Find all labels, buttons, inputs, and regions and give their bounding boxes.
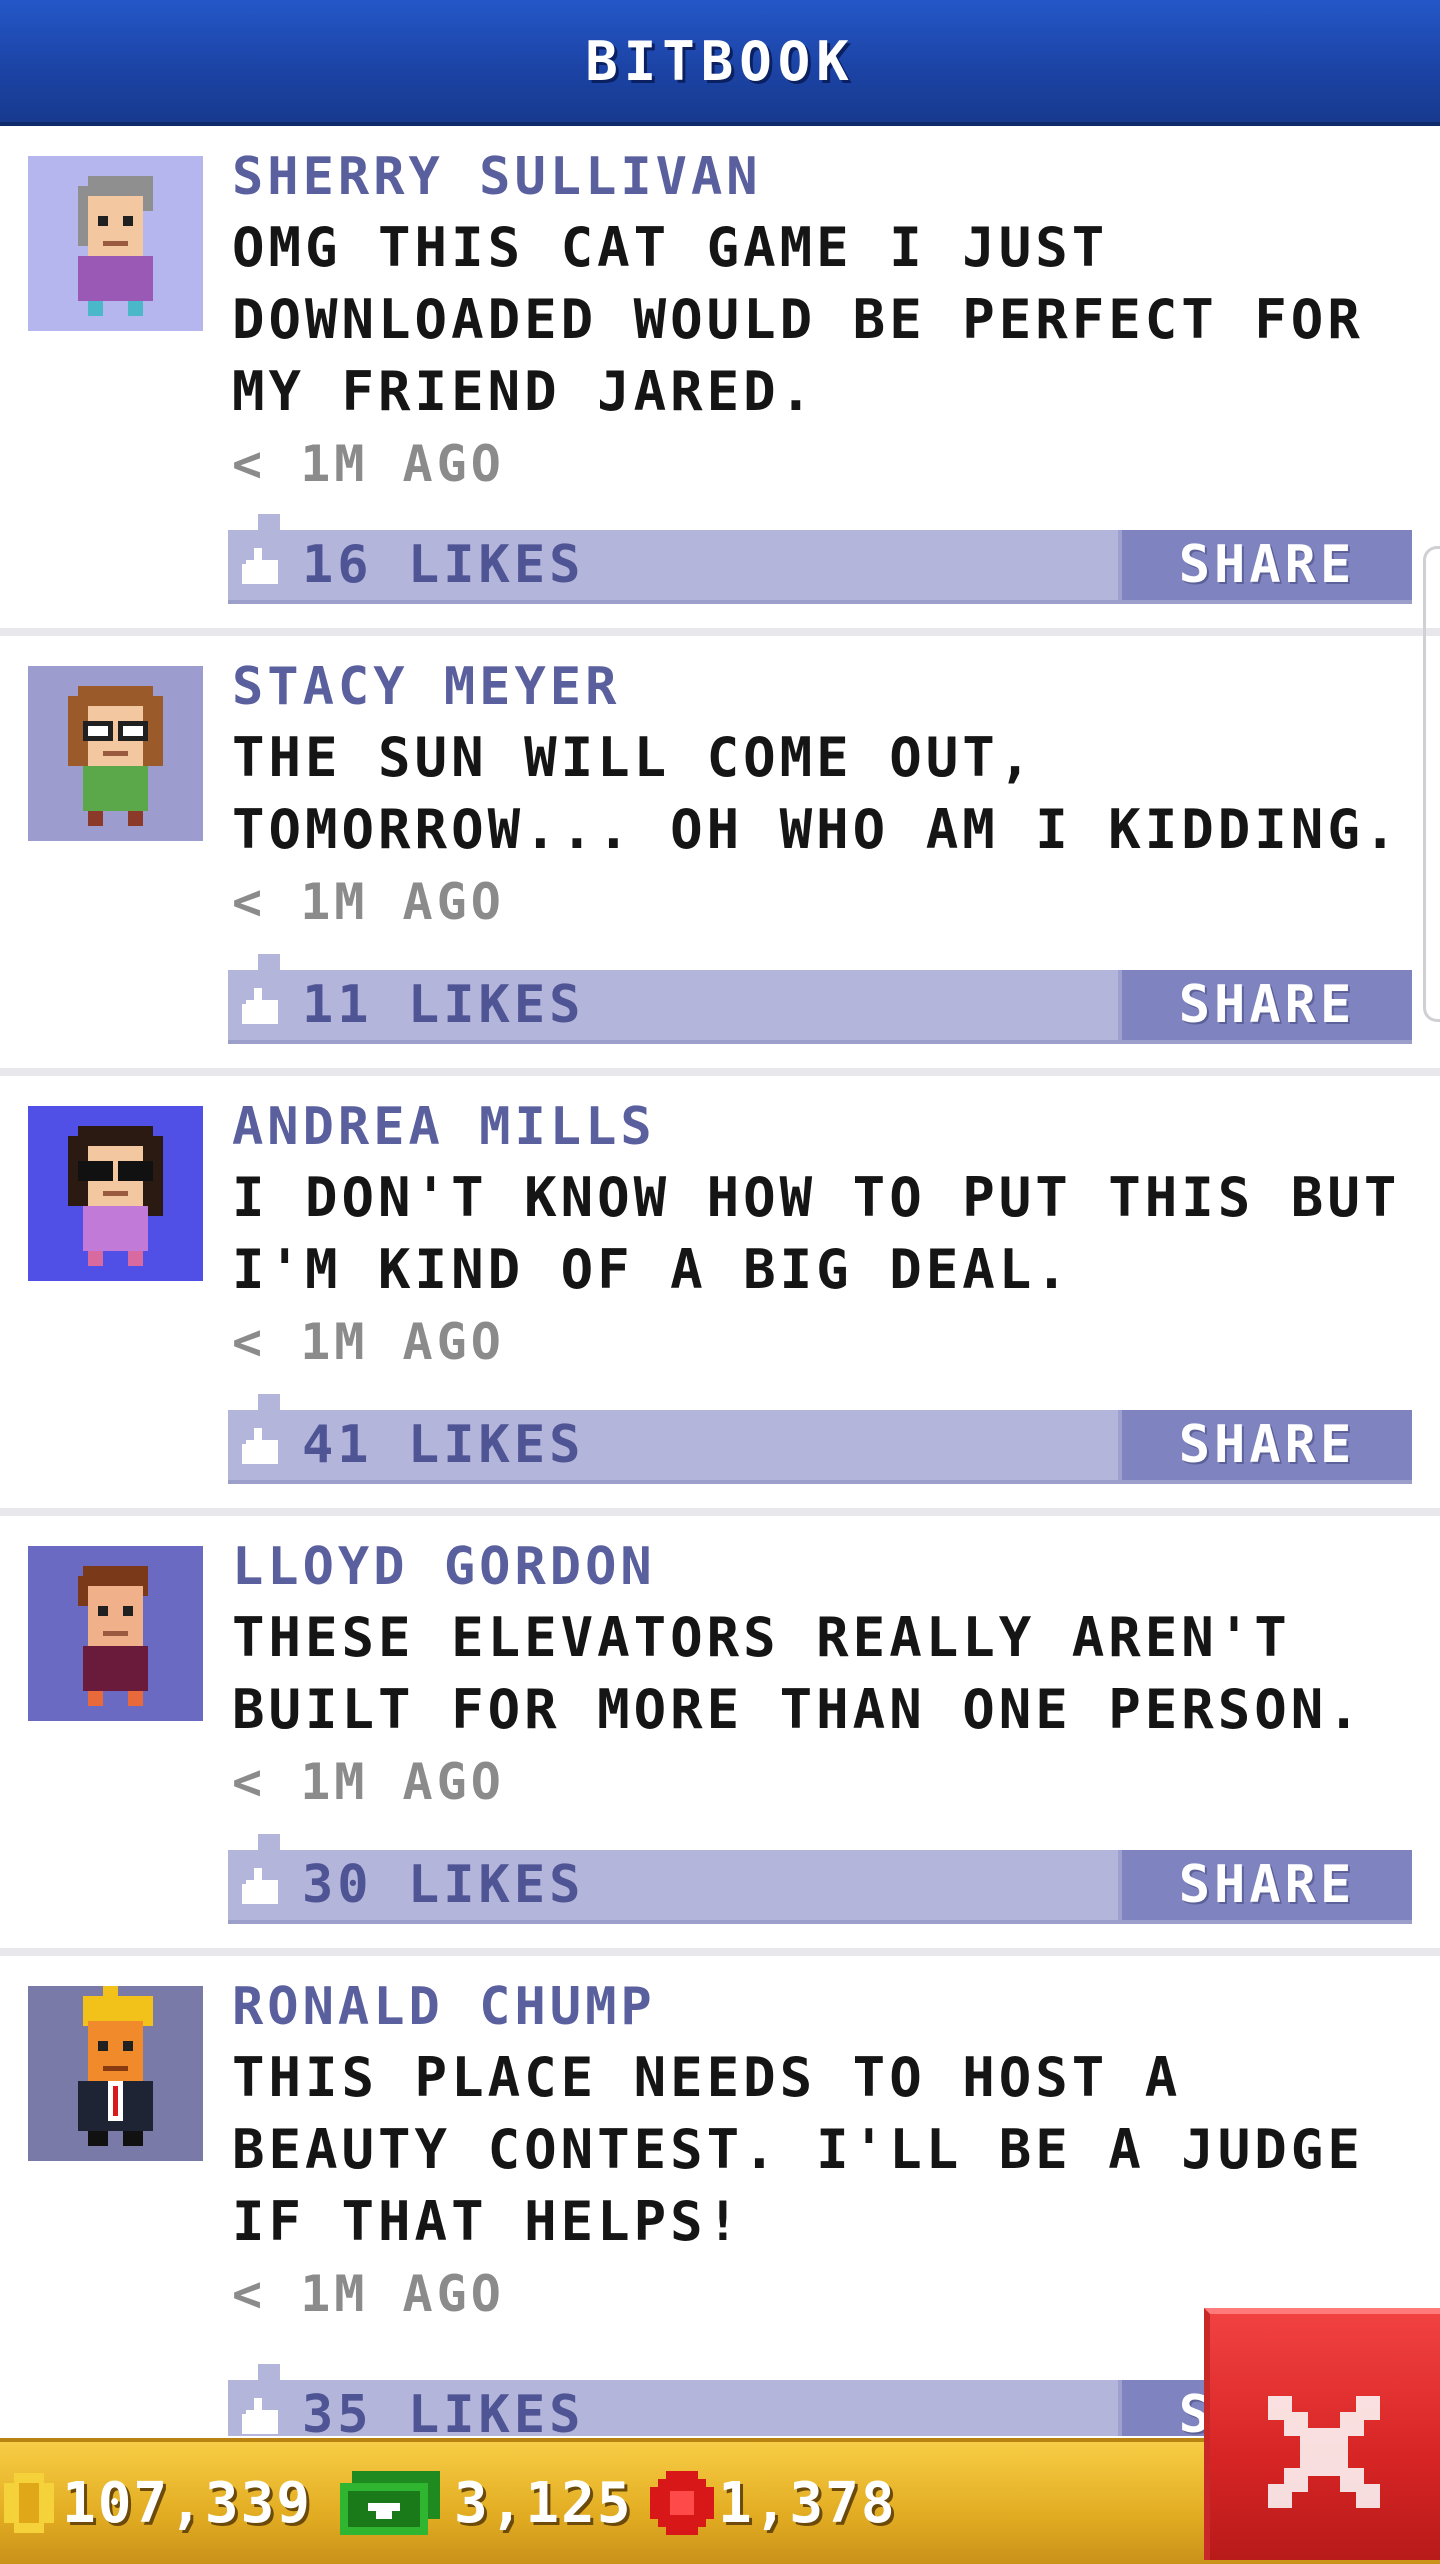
thumbs-up-icon[interactable]: [242, 1868, 282, 1904]
likes-count: 35 LIKES: [302, 2385, 585, 2436]
avatar: [28, 1986, 203, 2161]
likes-count: 41 LIKES: [302, 1415, 585, 1475]
elderly-woman-avatar-icon: [28, 156, 203, 331]
post-timestamp: < 1M AGO: [232, 435, 505, 493]
thumbs-up-icon[interactable]: [242, 1428, 282, 1464]
woman-glasses-avatar-icon: [28, 666, 203, 841]
share-button[interactable]: SHARE: [1118, 970, 1412, 1040]
thumbs-up-icon[interactable]: [242, 988, 282, 1024]
post-author[interactable]: LLOYD GORDON: [232, 1532, 1430, 1602]
share-button[interactable]: SHARE: [1118, 530, 1412, 600]
likes-count: 30 LIKES: [302, 1855, 585, 1915]
post-action-bar: 11 LIKES SHARE: [228, 954, 1412, 1044]
post-author[interactable]: ANDREA MILLS: [232, 1092, 1430, 1162]
coins-value: 107,339: [62, 2470, 313, 2536]
avatar: [28, 156, 203, 331]
scroll-indicator[interactable]: [1423, 546, 1440, 1022]
coins-counter: 107,339: [4, 2442, 312, 2564]
post-action-bar: 16 LIKES SHARE: [228, 514, 1412, 604]
gems-counter: 1,378: [650, 2442, 897, 2564]
post-text: I DON'T KNOW HOW TO PUT THIS BUT I'M KIN…: [232, 1166, 1401, 1301]
bux-value: 3,125: [454, 2470, 633, 2536]
likes-count: 16 LIKES: [302, 535, 585, 595]
post-author[interactable]: SHERRY SULLIVAN: [232, 142, 1430, 212]
thumbs-up-icon[interactable]: [242, 2398, 282, 2434]
bitbook-feed[interactable]: SHERRY SULLIVAN OMG THIS CAT GAME I JUST…: [0, 126, 1440, 2436]
share-button[interactable]: SHARE: [1118, 1410, 1412, 1480]
avatar: [28, 666, 203, 841]
post-timestamp: < 1M AGO: [232, 1753, 505, 1811]
avatar: [28, 1106, 203, 1281]
post-text: THIS PLACE NEEDS TO HOST A BEAUTY CONTES…: [232, 2046, 1364, 2253]
post-text: OMG THIS CAT GAME I JUST DOWNLOADED WOUL…: [232, 216, 1364, 423]
woman-sunglasses-avatar-icon: [28, 1106, 203, 1281]
man-avatar-icon: [28, 1546, 203, 1721]
thumbs-up-icon[interactable]: [242, 548, 282, 584]
post-timestamp: < 1M AGO: [232, 1313, 505, 1371]
post-action-bar: 30 LIKES SHARE: [228, 1834, 1412, 1924]
feed-post: LLOYD GORDON THESE ELEVATORS REALLY AREN…: [0, 1516, 1440, 1956]
gems-value: 1,378: [718, 2470, 897, 2536]
bux-counter: 3,125: [340, 2442, 633, 2564]
app-title: BITBOOK: [585, 29, 855, 93]
feed-post: SHERRY SULLIVAN OMG THIS CAT GAME I JUST…: [0, 126, 1440, 636]
avatar: [28, 1546, 203, 1721]
app-header: BITBOOK: [0, 0, 1440, 126]
post-timestamp: < 1M AGO: [232, 873, 505, 931]
post-text: THE SUN WILL COME OUT, TOMORROW... OH WH…: [232, 726, 1401, 861]
post-text: THESE ELEVATORS REALLY AREN'T BUILT FOR …: [232, 1606, 1364, 1741]
post-author[interactable]: STACY MEYER: [232, 652, 1430, 722]
post-action-bar: 41 LIKES SHARE: [228, 1394, 1412, 1484]
feed-post: STACY MEYER THE SUN WILL COME OUT, TOMOR…: [0, 636, 1440, 1076]
share-button[interactable]: SHARE: [1118, 1850, 1412, 1920]
bux-cash-icon: [340, 2471, 440, 2535]
red-gem-icon: [650, 2471, 714, 2535]
post-author[interactable]: RONALD CHUMP: [232, 1972, 1430, 2042]
feed-post: ANDREA MILLS I DON'T KNOW HOW TO PUT THI…: [0, 1076, 1440, 1516]
likes-count: 11 LIKES: [302, 975, 585, 1035]
businessman-avatar-icon: [28, 1986, 203, 2161]
close-button[interactable]: [1204, 2308, 1440, 2560]
coin-icon: [4, 2473, 54, 2533]
close-icon: [1268, 2396, 1380, 2508]
